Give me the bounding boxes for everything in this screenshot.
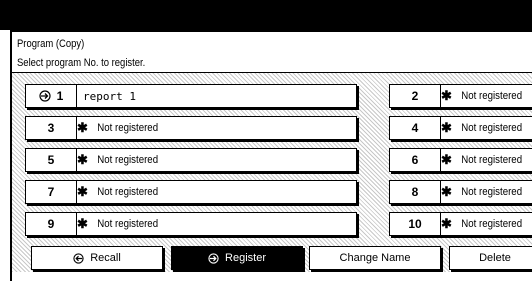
program-number: 9 [47,217,55,231]
program-name: Not registered [461,90,522,102]
screen-title: Program (Copy) [17,38,85,50]
program-name: Not registered [97,186,158,198]
program-row-10[interactable]: 10 ✱ Not registered [389,212,532,236]
program-row-4[interactable]: 4 ✱ Not registered [389,116,532,140]
program-number: 6 [411,153,419,167]
button-bar: Recall Register Change Name Delete [12,246,532,272]
top-bar [0,0,532,30]
program-number-cell: 10 [390,213,441,235]
star-icon: ✱ [441,184,452,199]
star-icon: ✱ [441,216,452,231]
program-name: Not registered [461,154,522,166]
program-number-cell: 2 [390,85,441,107]
recall-button[interactable]: Recall [31,246,163,270]
star-icon: ✱ [441,120,452,135]
program-number-cell: 7 [26,181,77,203]
instruction-text: Select program No. to register. [17,57,146,69]
change-name-label: Change Name [339,252,411,264]
program-name: Not registered [97,154,158,166]
star-icon: ✱ [77,120,88,135]
register-label: Register [225,252,266,264]
program-number-cell: 5 [26,149,77,171]
program-number-cell: 4 [390,117,441,139]
program-row-7[interactable]: 7 ✱ Not registered [25,180,357,204]
arrow-in-circle-icon [39,90,51,102]
copier-screen: Program (Copy) Select program No. to reg… [0,0,532,281]
program-number: 4 [411,121,419,135]
program-name: Not registered [461,218,522,230]
program-number: 7 [47,185,55,199]
program-name: Not registered [97,122,158,134]
program-number: 3 [47,121,55,135]
delete-button[interactable]: Delete [449,246,532,270]
register-button[interactable]: Register [171,246,303,270]
program-number-cell: 3 [26,117,77,139]
star-icon: ✱ [441,88,452,103]
star-icon: ✱ [441,152,452,167]
program-number-cell: 9 [26,213,77,235]
program-row-9[interactable]: 9 ✱ Not registered [25,212,357,236]
arrow-in-circle-icon [208,252,219,264]
delete-label: Delete [479,252,511,264]
program-number: 1 [56,89,64,103]
program-row-3[interactable]: 3 ✱ Not registered [25,116,357,140]
program-number-cell: 6 [390,149,441,171]
program-number: 2 [411,89,419,103]
program-row-5[interactable]: 5 ✱ Not registered [25,148,357,172]
program-row-8[interactable]: 8 ✱ Not registered [389,180,532,204]
program-number: 10 [408,217,422,231]
change-name-button[interactable]: Change Name [309,246,441,270]
star-icon: ✱ [77,216,88,231]
program-number-cell: 1 [26,85,77,107]
arrow-in-circle-icon [73,252,84,264]
program-row-2[interactable]: 2 ✱ Not registered [389,84,532,108]
program-row-6[interactable]: 6 ✱ Not registered [389,148,532,172]
program-name: Not registered [461,122,522,134]
recall-label: Recall [90,252,121,264]
program-number-cell: 8 [390,181,441,203]
program-panel: Program (Copy) Select program No. to reg… [10,30,532,281]
star-icon: ✱ [77,184,88,199]
program-name: report 1 [83,89,136,103]
program-name: Not registered [97,218,158,230]
star-icon: ✱ [77,152,88,167]
program-number: 8 [411,185,419,199]
program-name: Not registered [461,186,522,198]
program-row-1[interactable]: 1 report 1 [25,84,357,108]
program-number: 5 [47,153,55,167]
